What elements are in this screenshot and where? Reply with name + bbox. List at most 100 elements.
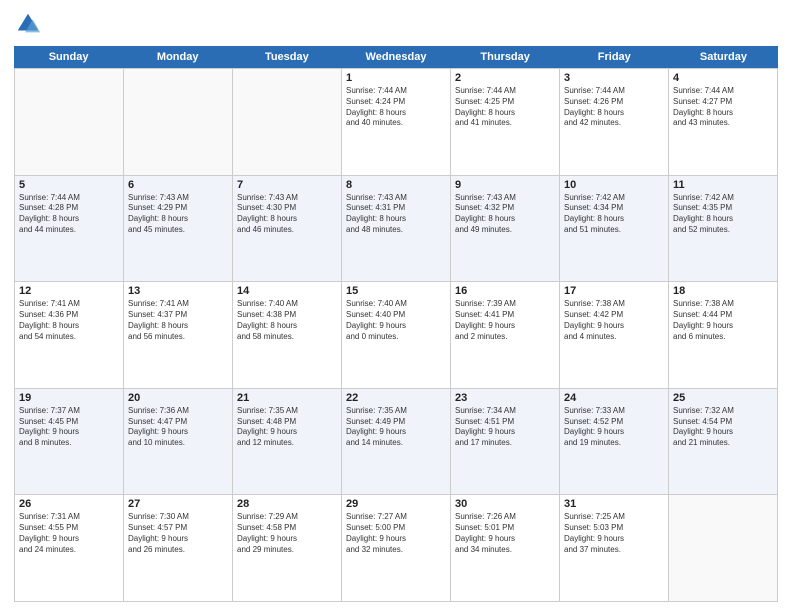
day-info: Sunrise: 7:42 AM Sunset: 4:35 PM Dayligh… (673, 193, 773, 236)
day-info: Sunrise: 7:44 AM Sunset: 4:24 PM Dayligh… (346, 86, 446, 129)
day-number: 22 (346, 392, 446, 404)
day-number: 9 (455, 179, 555, 191)
day-info: Sunrise: 7:27 AM Sunset: 5:00 PM Dayligh… (346, 512, 446, 555)
day-info: Sunrise: 7:31 AM Sunset: 4:55 PM Dayligh… (19, 512, 119, 555)
day-info: Sunrise: 7:41 AM Sunset: 4:37 PM Dayligh… (128, 299, 228, 342)
calendar-cell: 24 Sunrise: 7:33 AM Sunset: 4:52 PM Dayli… (560, 389, 669, 495)
logo (14, 10, 46, 38)
header-day: Monday (123, 46, 232, 68)
calendar-cell: 3Sunrise: 7:44 AM Sunset: 4:26 PM Daylig… (560, 69, 669, 175)
calendar-week: 5 Sunrise: 7:44 AM Sunset: 4:28 PM Daylig… (14, 176, 778, 283)
day-number: 13 (128, 285, 228, 297)
day-info: Sunrise: 7:42 AM Sunset: 4:34 PM Dayligh… (564, 193, 664, 236)
calendar-cell: 20 Sunrise: 7:36 AM Sunset: 4:47 PM Dayli… (124, 389, 233, 495)
day-number: 2 (455, 72, 555, 84)
calendar-cell: 10 Sunrise: 7:42 AM Sunset: 4:34 PM Dayli… (560, 176, 669, 282)
calendar-cell (669, 495, 778, 601)
day-number: 14 (237, 285, 337, 297)
day-info: Sunrise: 7:39 AM Sunset: 4:41 PM Dayligh… (455, 299, 555, 342)
header (14, 10, 778, 38)
calendar-week: 1 Sunrise: 7:44 AM Sunset: 4:24 PM Daylig… (14, 68, 778, 176)
day-info: Sunrise: 7:40 AM Sunset: 4:40 PM Dayligh… (346, 299, 446, 342)
day-number: 15 (346, 285, 446, 297)
calendar-cell: 9 Sunrise: 7:43 AM Sunset: 4:32 PM Daylig… (451, 176, 560, 282)
calendar-body: 1 Sunrise: 7:44 AM Sunset: 4:24 PM Daylig… (14, 68, 778, 602)
day-info: Sunrise: 7:43 AM Sunset: 4:30 PM Dayligh… (237, 193, 337, 236)
calendar-cell (233, 69, 342, 175)
day-number: 21 (237, 392, 337, 404)
day-info: Sunrise: 7:40 AM Sunset: 4:38 PM Dayligh… (237, 299, 337, 342)
day-info: Sunrise: 7:34 AM Sunset: 4:51 PM Dayligh… (455, 406, 555, 449)
header-day: Saturday (669, 46, 778, 68)
calendar-cell: 18 Sunrise: 7:38 AM Sunset: 4:44 PM Dayli… (669, 282, 778, 388)
day-number: 18 (673, 285, 773, 297)
header-day: Tuesday (232, 46, 341, 68)
day-number: 23 (455, 392, 555, 404)
header-day: Sunday (14, 46, 123, 68)
day-info: Sunrise: 7:44 AM Sunset: 4:26 PM Dayligh… (564, 86, 664, 129)
day-info: Sunrise: 7:44 AM Sunset: 4:28 PM Dayligh… (19, 193, 119, 236)
calendar: SundayMondayTuesdayWednesdayThursdayFrid… (14, 46, 778, 602)
day-number: 25 (673, 392, 773, 404)
day-number: 4 (673, 72, 773, 84)
day-info: Sunrise: 7:41 AM Sunset: 4:36 PM Dayligh… (19, 299, 119, 342)
day-number: 10 (564, 179, 664, 191)
calendar-cell: 1 Sunrise: 7:44 AM Sunset: 4:24 PM Daylig… (342, 69, 451, 175)
calendar-cell: 12 Sunrise: 7:41 AM Sunset: 4:36 PM Dayli… (15, 282, 124, 388)
page: SundayMondayTuesdayWednesdayThursdayFrid… (0, 0, 792, 612)
calendar-cell: 14 Sunrise: 7:40 AM Sunset: 4:38 PM Dayli… (233, 282, 342, 388)
day-info: Sunrise: 7:44 AM Sunset: 4:27 PM Dayligh… (673, 86, 773, 129)
day-number: 27 (128, 498, 228, 510)
header-day: Thursday (451, 46, 560, 68)
day-number: 6 (128, 179, 228, 191)
calendar-cell: 13 Sunrise: 7:41 AM Sunset: 4:37 PM Dayli… (124, 282, 233, 388)
day-number: 29 (346, 498, 446, 510)
calendar-cell: 15 Sunrise: 7:40 AM Sunset: 4:40 PM Dayli… (342, 282, 451, 388)
day-info: Sunrise: 7:33 AM Sunset: 4:52 PM Dayligh… (564, 406, 664, 449)
calendar-cell: 16 Sunrise: 7:39 AM Sunset: 4:41 PM Dayli… (451, 282, 560, 388)
header-day: Friday (560, 46, 669, 68)
day-info: Sunrise: 7:30 AM Sunset: 4:57 PM Dayligh… (128, 512, 228, 555)
day-info: Sunrise: 7:38 AM Sunset: 4:44 PM Dayligh… (673, 299, 773, 342)
calendar-cell: 29 Sunrise: 7:27 AM Sunset: 5:00 PM Dayli… (342, 495, 451, 601)
day-number: 1 (346, 72, 446, 84)
day-info: Sunrise: 7:43 AM Sunset: 4:29 PM Dayligh… (128, 193, 228, 236)
logo-icon (14, 10, 42, 38)
day-info: Sunrise: 7:26 AM Sunset: 5:01 PM Dayligh… (455, 512, 555, 555)
day-number: 17 (564, 285, 664, 297)
calendar-cell: 27 Sunrise: 7:30 AM Sunset: 4:57 PM Dayli… (124, 495, 233, 601)
day-info: Sunrise: 7:43 AM Sunset: 4:31 PM Dayligh… (346, 193, 446, 236)
calendar-cell: 28Sunrise: 7:29 AM Sunset: 4:58 PM Dayli… (233, 495, 342, 601)
day-info: Sunrise: 7:29 AM Sunset: 4:58 PM Dayligh… (237, 512, 337, 555)
day-number: 7 (237, 179, 337, 191)
day-info: Sunrise: 7:25 AM Sunset: 5:03 PM Dayligh… (564, 512, 664, 555)
day-number: 5 (19, 179, 119, 191)
day-info: Sunrise: 7:35 AM Sunset: 4:49 PM Dayligh… (346, 406, 446, 449)
day-info: Sunrise: 7:43 AM Sunset: 4:32 PM Dayligh… (455, 193, 555, 236)
calendar-cell: 5 Sunrise: 7:44 AM Sunset: 4:28 PM Daylig… (15, 176, 124, 282)
day-info: Sunrise: 7:37 AM Sunset: 4:45 PM Dayligh… (19, 406, 119, 449)
day-number: 26 (19, 498, 119, 510)
day-info: Sunrise: 7:36 AM Sunset: 4:47 PM Dayligh… (128, 406, 228, 449)
day-number: 16 (455, 285, 555, 297)
calendar-header: SundayMondayTuesdayWednesdayThursdayFrid… (14, 46, 778, 68)
calendar-cell (124, 69, 233, 175)
header-day: Wednesday (341, 46, 450, 68)
calendar-cell (15, 69, 124, 175)
calendar-cell: 22 Sunrise: 7:35 AM Sunset: 4:49 PM Dayli… (342, 389, 451, 495)
calendar-cell: 4 Sunrise: 7:44 AM Sunset: 4:27 PM Daylig… (669, 69, 778, 175)
day-number: 20 (128, 392, 228, 404)
day-number: 24 (564, 392, 664, 404)
day-info: Sunrise: 7:35 AM Sunset: 4:48 PM Dayligh… (237, 406, 337, 449)
calendar-week: 26 Sunrise: 7:31 AM Sunset: 4:55 PM Dayli… (14, 495, 778, 602)
day-number: 19 (19, 392, 119, 404)
calendar-cell: 19 Sunrise: 7:37 AM Sunset: 4:45 PM Dayli… (15, 389, 124, 495)
day-number: 31 (564, 498, 664, 510)
calendar-cell: 25Sunrise: 7:32 AM Sunset: 4:54 PM Dayli… (669, 389, 778, 495)
day-info: Sunrise: 7:38 AM Sunset: 4:42 PM Dayligh… (564, 299, 664, 342)
day-number: 30 (455, 498, 555, 510)
calendar-cell: 8Sunrise: 7:43 AM Sunset: 4:31 PM Daylig… (342, 176, 451, 282)
calendar-cell: 7 Sunrise: 7:43 AM Sunset: 4:30 PM Daylig… (233, 176, 342, 282)
calendar-cell: 11Sunrise: 7:42 AM Sunset: 4:35 PM Dayli… (669, 176, 778, 282)
day-number: 12 (19, 285, 119, 297)
